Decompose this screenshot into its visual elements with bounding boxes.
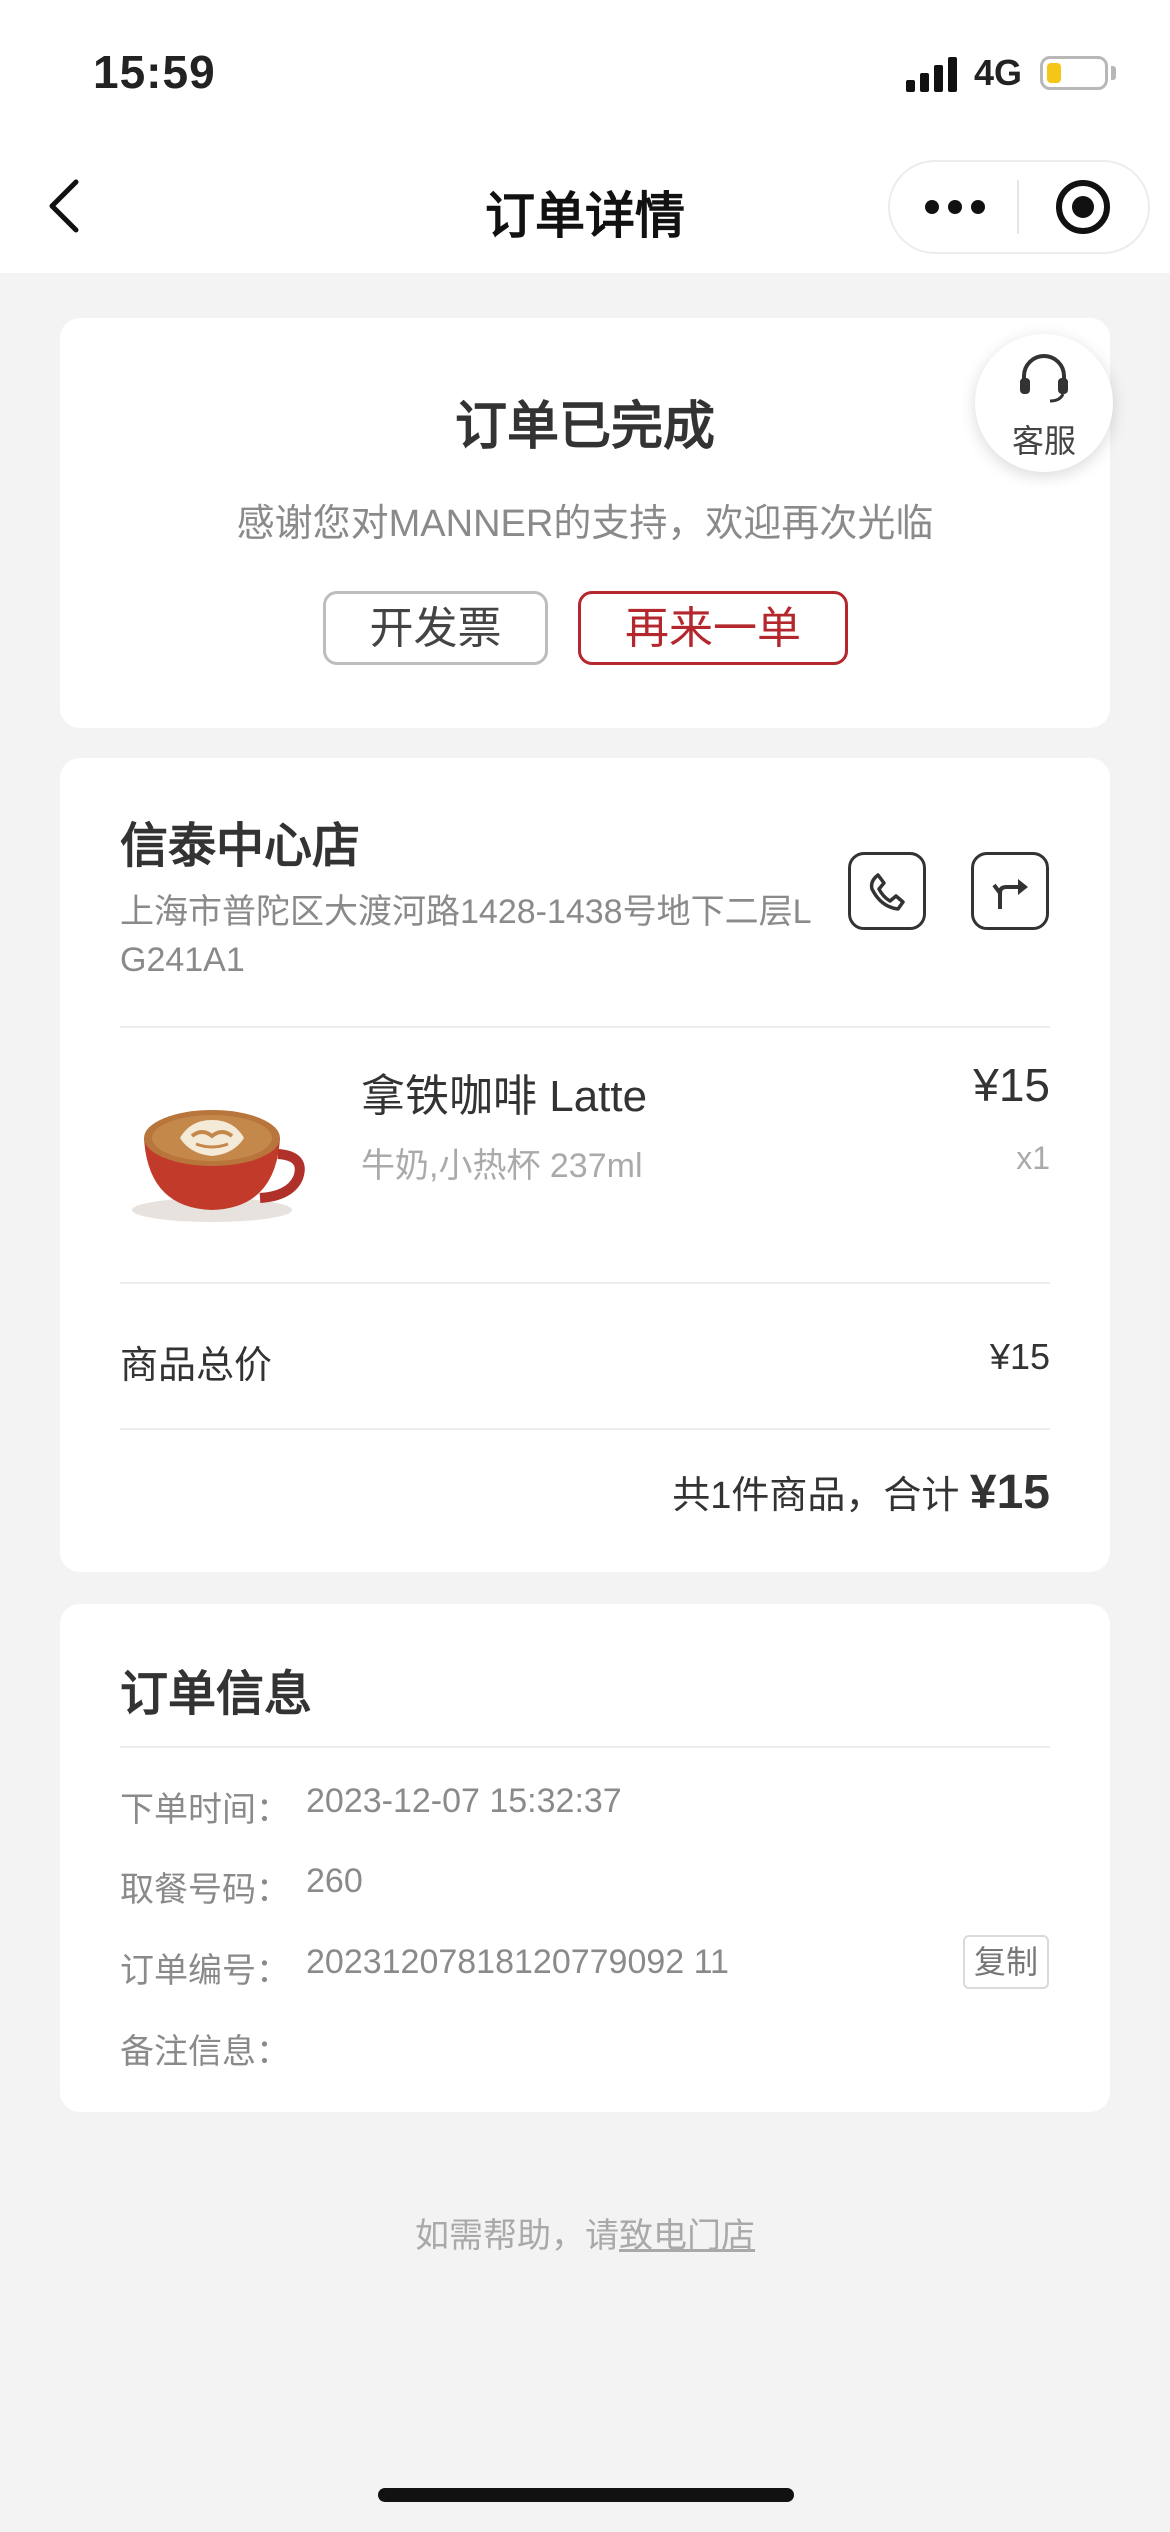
- navigate-store-button[interactable]: [971, 852, 1049, 930]
- order-status-subtitle: 感谢您对MANNER的支持，欢迎再次光临: [236, 503, 934, 545]
- divider: [120, 1282, 1050, 1284]
- store-name: 信泰中心店: [120, 820, 361, 873]
- order-info-title: 订单信息: [120, 1668, 313, 1721]
- customer-service-label: 客服: [1011, 423, 1076, 459]
- product-spec: 牛奶,小热杯 237ml: [361, 1147, 643, 1185]
- headset-icon: [1020, 354, 1068, 403]
- home-indicator[interactable]: [378, 2488, 794, 2502]
- store-address: 上海市普陀区大渡河路1428-1438号地下二层LG241A1: [120, 893, 812, 979]
- latte-cup-image: [132, 1110, 305, 1222]
- product-quantity: x1: [1016, 1140, 1050, 1176]
- pickup-number-label: 取餐号码：: [120, 1871, 290, 1909]
- phone-icon: [869, 873, 905, 911]
- product-price: ¥15: [973, 1059, 1050, 1111]
- remarks-label: 备注信息：: [120, 2033, 290, 2071]
- battery-icon: [1040, 56, 1108, 90]
- total-value: ¥15: [969, 1466, 1050, 1519]
- order-time-value: 2023-12-07 15:32:37: [306, 1782, 622, 1820]
- invoice-button[interactable]: 开发票: [323, 591, 548, 665]
- more-icon[interactable]: [925, 198, 985, 216]
- product-name: 拿铁咖啡 Latte: [361, 1072, 648, 1121]
- signal-icon: [906, 56, 958, 92]
- capsule-divider: [1017, 180, 1019, 234]
- total-text: 共1件商品，合计: [672, 1475, 970, 1517]
- order-total: 共1件商品，合计 ¥15: [672, 1464, 1050, 1520]
- pickup-number-value: 260: [306, 1862, 363, 1900]
- call-store-button[interactable]: [848, 852, 926, 930]
- copy-order-number-button[interactable]: 复制: [963, 1935, 1049, 1989]
- network-type: 4G: [974, 52, 1023, 93]
- divider: [120, 1026, 1050, 1028]
- route-arrow-icon: [992, 879, 1028, 909]
- help-text: 如需帮助，请致电门店: [0, 2208, 1170, 2257]
- subtotal-value: ¥15: [989, 1336, 1050, 1377]
- status-time: 15:59: [93, 46, 216, 98]
- divider: [120, 1746, 1050, 1748]
- help-prefix: 如需帮助，请: [415, 2217, 619, 2255]
- order-number-label: 订单编号：: [120, 1952, 290, 1990]
- close-mini-program-icon[interactable]: [1056, 180, 1110, 234]
- battery-cap: [1111, 66, 1116, 80]
- divider: [120, 1428, 1050, 1430]
- reorder-button[interactable]: 再来一单: [578, 591, 848, 665]
- order-time-label: 下单时间：: [120, 1791, 290, 1829]
- call-store-link[interactable]: 致电门店: [619, 2217, 755, 2255]
- order-number-value: 20231207818120779092 11: [306, 1943, 729, 1981]
- subtotal-label: 商品总价: [120, 1345, 273, 1387]
